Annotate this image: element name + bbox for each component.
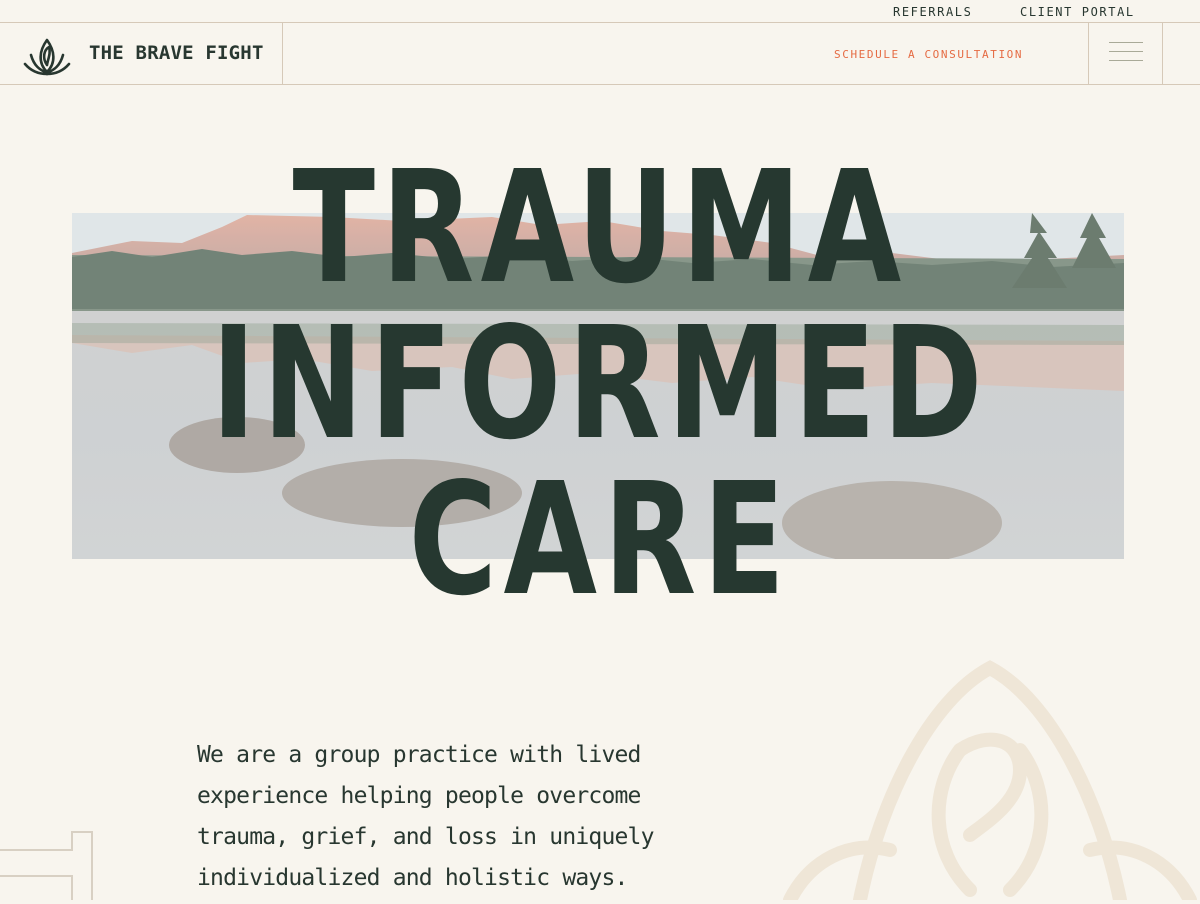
brand-home-link[interactable]: THE BRAVE FIGHT [0, 23, 283, 84]
background-emblem-icon [780, 660, 1200, 904]
brand-name: THE BRAVE FIGHT [89, 42, 264, 64]
hamburger-line-bottom [1109, 60, 1143, 61]
corner-line-decoration [0, 826, 100, 900]
lotus-flame-icon [23, 31, 71, 76]
referrals-link[interactable]: REFERRALS [893, 5, 972, 19]
main-navigation: THE BRAVE FIGHT SCHEDULE A CONSULTATION [0, 23, 1200, 85]
hamburger-menu-icon [1109, 42, 1143, 43]
hamburger-line-middle [1109, 51, 1143, 52]
schedule-consultation-link[interactable]: SCHEDULE A CONSULTATION [834, 48, 1023, 61]
intro-paragraph: We are a group practice with lived exper… [197, 742, 654, 891]
hero-title-line-1: TRAUMA [292, 137, 908, 318]
top-utility-bar: REFERRALS CLIENT PORTAL [0, 0, 1200, 23]
hero-title-line-3: CARE [408, 449, 792, 630]
hero-title: TRAUMA INFORMED CARE [132, 150, 1068, 618]
menu-button[interactable] [1088, 23, 1163, 84]
client-portal-link[interactable]: CLIENT PORTAL [1020, 5, 1135, 19]
hero-title-line-2: INFORMED [211, 293, 989, 474]
